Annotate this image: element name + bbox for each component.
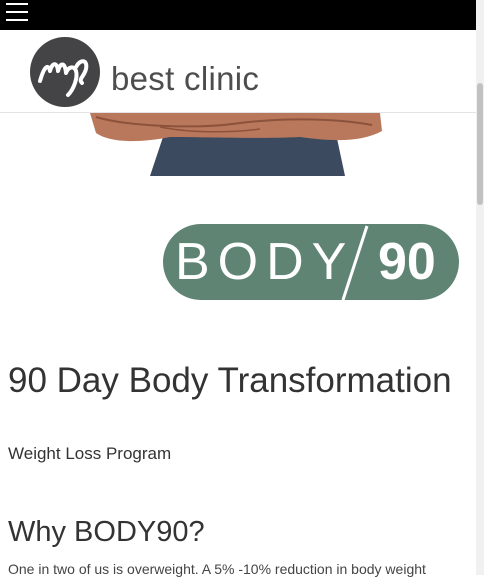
site-header: best clinic	[0, 30, 476, 113]
section-heading: Why BODY90?	[8, 516, 205, 548]
top-bar	[0, 0, 476, 30]
brand-logo[interactable]	[30, 37, 100, 107]
body90-badge: BODY 90	[163, 224, 459, 300]
page-title: 90 Day Body Transformation	[8, 361, 452, 400]
badge-word: BODY	[175, 233, 355, 291]
badge-number: 90	[378, 233, 436, 291]
page-scrollbar[interactable]	[476, 0, 484, 575]
brand-name[interactable]: best clinic	[111, 60, 259, 98]
program-subtitle: Weight Loss Program	[8, 444, 172, 463]
scrollbar-thumb[interactable]	[477, 83, 483, 205]
hamburger-menu-icon[interactable]	[6, 3, 28, 21]
logo-my-mark	[38, 59, 89, 97]
hero-image	[0, 113, 476, 176]
